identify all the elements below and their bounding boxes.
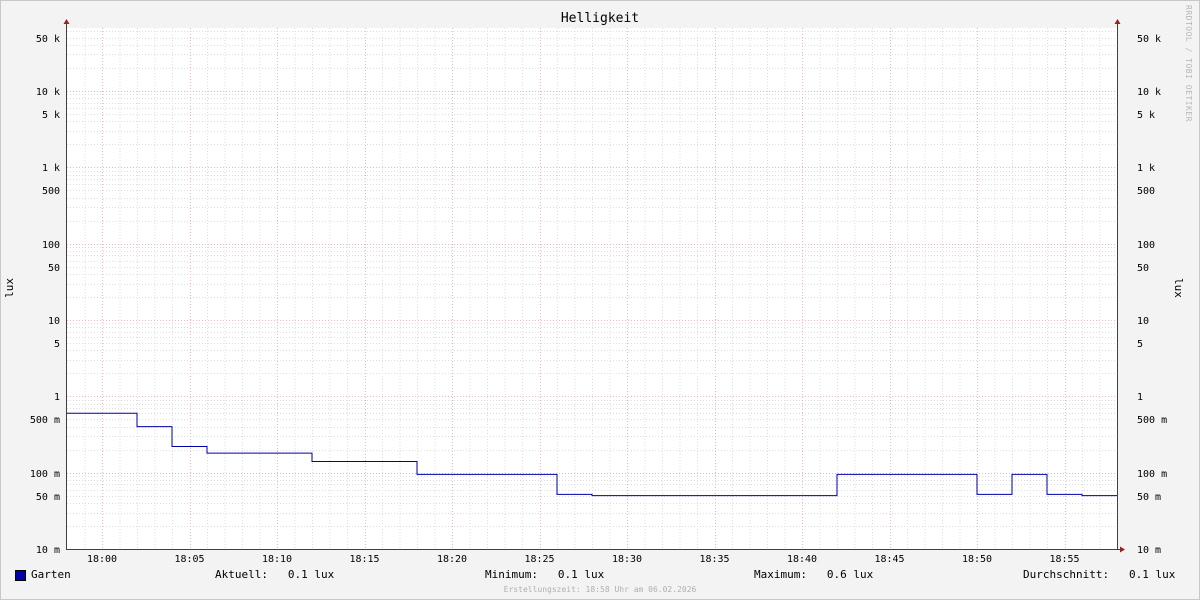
y-tick-label-right: 500 m [1137, 415, 1167, 426]
stat-average-label: Durchschnitt: [1023, 568, 1110, 581]
y-tick-label-left: 5 k [42, 110, 60, 121]
stat-maximum-value: 0.6 lux [826, 568, 874, 581]
y-tick-label-right: 50 m [1137, 492, 1161, 503]
y-tick-label-left: 500 [42, 186, 60, 197]
y-tick-label-left: 10 m [36, 545, 60, 556]
stat-average-value: 0.1 lux [1128, 568, 1176, 581]
x-tick-label: 18:45 [874, 554, 904, 565]
y-tick-label-left: 500 m [30, 415, 60, 426]
x-tick-label: 18:10 [262, 554, 292, 565]
stat-average: Durchschnitt: 0.1 lux [1023, 568, 1175, 581]
stat-maximum-label: Maximum: [754, 568, 807, 581]
x-tick-label: 18:35 [699, 554, 729, 565]
stat-minimum-label: Minimum: [485, 568, 538, 581]
y-tick-label-left: 50 m [36, 492, 60, 503]
stat-current: Aktuell: 0.1 lux [215, 568, 334, 581]
y-tick-label-left: 10 k [36, 87, 60, 98]
x-tick-label: 18:30 [612, 554, 642, 565]
y-axis-arrow-right [1114, 19, 1121, 24]
stat-maximum: Maximum: 0.6 lux [754, 568, 873, 581]
stat-minimum-value: 0.1 lux [557, 568, 605, 581]
y-tick-label-left: 100 [42, 240, 60, 251]
plot-area: 50 k 50 k 10 k 10 k 5 k 5 k 1 k 1 k 500 500 100 100… [30, 19, 1167, 565]
y-tick-label-left: 5 [54, 339, 60, 350]
y-tick-label-right: 10 k [1137, 87, 1161, 98]
y-tick-label-left: 50 [48, 263, 60, 274]
legend-swatch [15, 569, 26, 581]
x-tick-label: 18:05 [174, 554, 204, 565]
x-tick-label: 18:15 [349, 554, 379, 565]
x-tick-label: 18:00 [87, 554, 117, 565]
y-tick-label-left: 50 k [36, 34, 60, 45]
y-tick-label-right: 10 m [1137, 545, 1161, 556]
y-tick-label-right: 50 [1137, 263, 1149, 274]
footer-timestamp: Erstellungszeit: 18:58 Uhr am 06.02.2026 [503, 585, 697, 594]
y-tick-label-right: 1 [1137, 392, 1143, 403]
x-tick-label: 18:20 [437, 554, 467, 565]
y-tick-label-left: 100 m [30, 469, 60, 480]
y-tick-label-right: 10 [1137, 316, 1149, 327]
stat-current-value: 0.1 lux [287, 568, 335, 581]
stat-minimum: Minimum: 0.1 lux [485, 568, 604, 581]
y-tick-label-right: 5 k [1137, 110, 1155, 121]
y-tick-label-right: 100 [1137, 240, 1155, 251]
y-tick-label-left: 1 k [42, 163, 60, 174]
legend-series-name: Garten [31, 568, 71, 581]
x-tick-label: 18:40 [787, 554, 817, 565]
stat-current-label: Aktuell: [215, 568, 268, 581]
x-tick-label: 18:25 [524, 554, 554, 565]
y-tick-label-left: 10 [48, 316, 60, 327]
x-tick-label: 18:50 [962, 554, 992, 565]
y-tick-label-right: 1 k [1137, 163, 1155, 174]
y-tick-label-right: 5 [1137, 339, 1143, 350]
x-tick-label: 18:55 [1049, 554, 1079, 565]
y-tick-label-right: 50 k [1137, 34, 1161, 45]
legend: Garten [15, 568, 71, 581]
y-tick-label-right: 500 [1137, 186, 1155, 197]
y-axis-arrow-left [63, 19, 70, 24]
y-tick-label-right: 100 m [1137, 469, 1167, 480]
x-axis-arrow [1120, 546, 1125, 553]
y-tick-label-left: 1 [54, 392, 60, 403]
